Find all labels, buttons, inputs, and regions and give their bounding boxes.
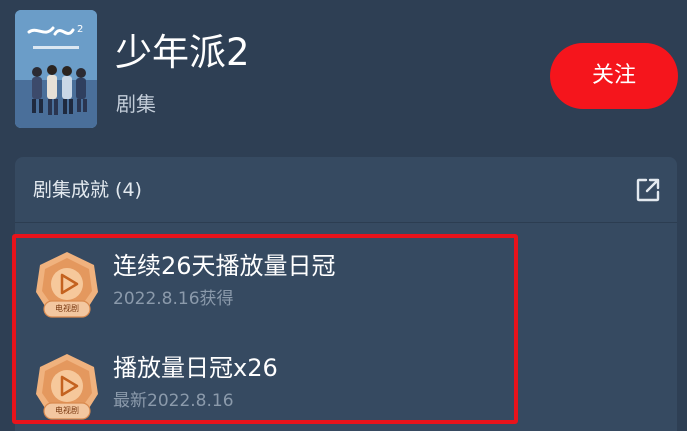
poster-artwork: 2: [15, 10, 97, 128]
achievements-title: 剧集成就 (4): [33, 179, 142, 201]
achievements-header[interactable]: 剧集成就 (4): [15, 157, 677, 223]
show-title: 少年派2: [115, 31, 250, 74]
external-link-icon: [636, 178, 660, 202]
show-achievements-page: 2 少年派2 剧集 关注 剧集成就 (4) 电视剧 连续26天播放量日冠 202…: [0, 0, 687, 431]
show-poster[interactable]: 2: [15, 10, 97, 128]
highlight-box: [12, 234, 518, 424]
follow-button[interactable]: 关注: [550, 43, 678, 109]
share-icon[interactable]: [635, 177, 661, 203]
show-type-label: 剧集: [116, 92, 156, 116]
svg-text:2: 2: [77, 24, 83, 35]
